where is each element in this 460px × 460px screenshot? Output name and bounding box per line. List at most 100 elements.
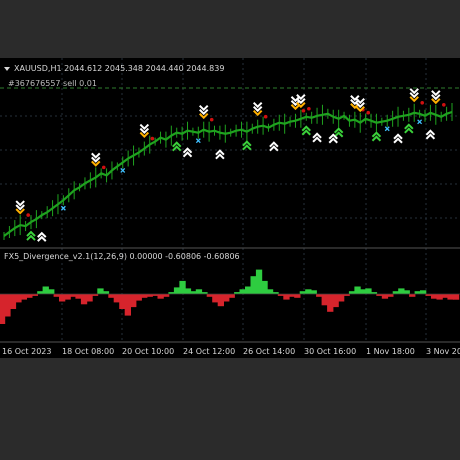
histogram-bar [59, 294, 66, 302]
histogram-bar [4, 294, 11, 317]
chart-window[interactable]: XAUUSD,H1 2044.612 2045.348 2044.440 204… [0, 58, 460, 358]
buy-arrow-icon [172, 141, 182, 152]
histogram-bar [414, 291, 421, 294]
histogram-bar [97, 288, 104, 294]
histogram-bar [223, 294, 230, 302]
cross-marker-icon [120, 168, 126, 173]
histogram-bar [409, 294, 416, 297]
histogram-bar [327, 294, 334, 312]
histogram-bar [146, 294, 153, 297]
dot-marker-icon [150, 136, 155, 141]
sell-arrow-icon [139, 123, 150, 134]
histogram-bar [288, 294, 296, 297]
cross-marker-icon [417, 119, 423, 125]
sell-arrow-icon [409, 88, 419, 99]
time-axis-label: 24 Oct 12:00 [183, 347, 236, 356]
histogram-bar [305, 289, 312, 294]
histogram-bar [20, 294, 27, 300]
buy-arrow-icon [37, 231, 47, 242]
histogram-bar [250, 276, 257, 294]
price-series [3, 103, 453, 240]
histogram-bar [157, 294, 164, 299]
histogram-bar [173, 287, 181, 294]
divergence-histogram [0, 269, 460, 324]
collapse-triangle-icon[interactable] [4, 66, 10, 71]
histogram-bar [452, 294, 460, 300]
histogram-bar [261, 280, 268, 294]
histogram-bar [108, 294, 115, 298]
dot-marker-icon [307, 106, 311, 111]
histogram-bar [283, 294, 290, 300]
time-axis-label: 3 Nov 20: [426, 347, 460, 356]
histogram-bar [42, 286, 49, 294]
histogram-bar [321, 294, 328, 306]
histogram-bar [113, 294, 120, 303]
histogram-bar [398, 288, 405, 294]
buy-arrow-icon [26, 230, 36, 241]
dot-marker-icon [420, 100, 425, 105]
time-axis-label: 16 Oct 2023 [2, 347, 52, 356]
buy-arrow-icon [215, 149, 225, 160]
histogram-bar [447, 294, 454, 300]
cross-marker-icon [195, 138, 201, 144]
buy-arrow-icon [312, 132, 322, 143]
histogram-bar [403, 290, 410, 295]
buy-arrow-icon [269, 141, 279, 152]
time-axis-label: 20 Oct 10:00 [122, 347, 175, 356]
histogram-bar [217, 294, 224, 307]
histogram-bar [206, 294, 213, 297]
time-axis-label: 26 Oct 14:00 [243, 347, 296, 356]
histogram-bar [381, 294, 389, 299]
histogram-bar [80, 294, 88, 305]
buy-arrow-icon [404, 123, 414, 134]
dot-marker-icon [301, 108, 306, 113]
histogram-bar [141, 294, 148, 298]
histogram-bar [195, 289, 203, 294]
histogram-bar [365, 288, 372, 294]
dot-marker-icon [26, 213, 30, 217]
dot-marker-icon [263, 114, 268, 119]
histogram-bar [255, 269, 263, 294]
symbol-header-text: XAUUSD,H1 2044.612 2045.348 2044.440 204… [14, 64, 225, 73]
buy-arrow-icon [333, 127, 344, 138]
histogram-bar [245, 286, 252, 294]
histogram-bar [431, 294, 438, 299]
histogram-bar [338, 294, 345, 302]
histogram-bar [179, 280, 186, 294]
buy-arrow-icon [425, 129, 436, 140]
order-label[interactable]: #367676557 sell 0.01 [8, 79, 97, 88]
histogram-bar [359, 289, 367, 294]
dot-marker-icon [101, 165, 106, 170]
cross-marker-icon [384, 126, 390, 132]
histogram-bar [239, 289, 246, 294]
histogram-bar [130, 294, 137, 308]
buy-arrow-icon [242, 140, 252, 151]
histogram-bar [48, 289, 55, 294]
histogram-bar [75, 294, 82, 299]
dot-marker-icon [209, 117, 214, 122]
histogram-bar [387, 294, 394, 297]
histogram-bar [163, 294, 170, 297]
price-line [3, 110, 453, 237]
histogram-bar [266, 289, 274, 294]
histogram-bar [299, 291, 306, 294]
indicator-header: FX5_Divergence_v2.1(12,26,9) 0.00000 -0.… [4, 252, 240, 261]
histogram-bar [37, 291, 44, 294]
histogram-bar [53, 294, 60, 297]
histogram-bar [102, 291, 110, 294]
histogram-bar [119, 294, 126, 309]
histogram-bar [64, 294, 71, 300]
histogram-bar [190, 291, 197, 294]
histogram-bar [316, 294, 323, 297]
histogram-bar [420, 290, 427, 295]
price-chart[interactable] [0, 58, 460, 358]
histogram-bar [212, 294, 219, 303]
histogram-bar [124, 294, 131, 316]
dot-marker-icon [442, 102, 446, 107]
histogram-bar [294, 294, 301, 298]
sell-arrow-icon [252, 101, 263, 113]
histogram-bar [392, 291, 399, 294]
sell-arrow-icon [15, 200, 25, 211]
histogram-bar [354, 286, 361, 294]
buy-arrow-icon [393, 133, 403, 144]
